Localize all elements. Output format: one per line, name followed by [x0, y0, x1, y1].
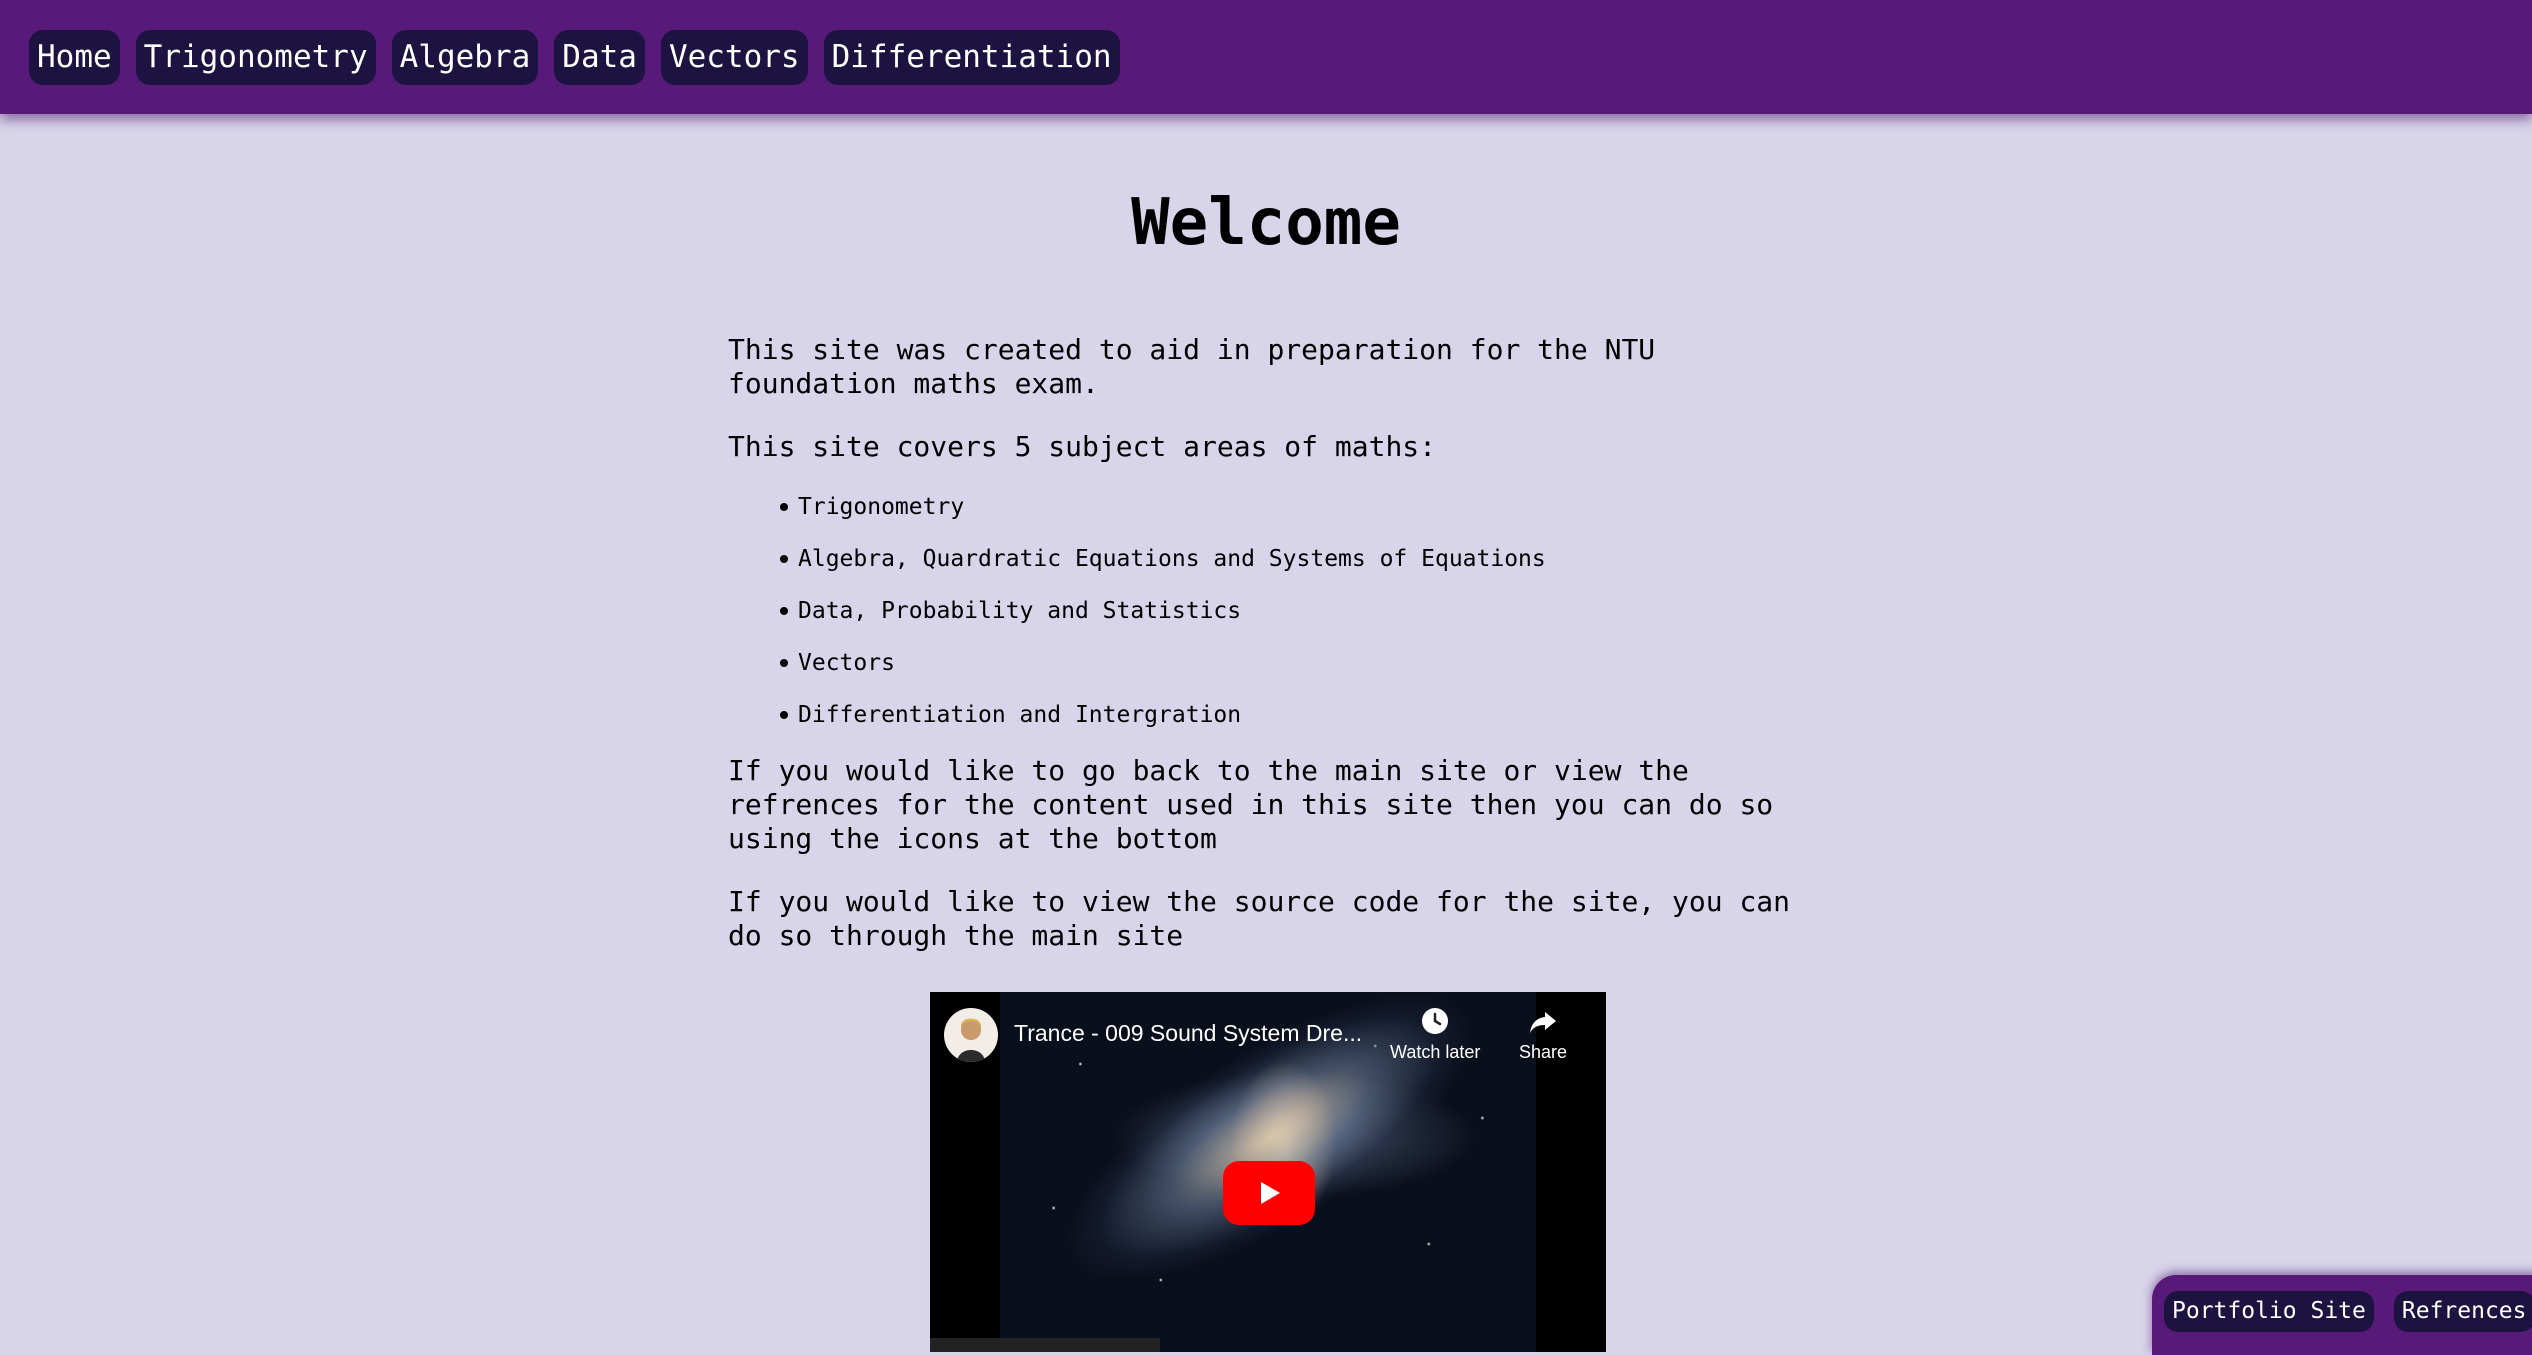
subject-label: Algebra, Quardratic Equations and System…	[798, 546, 1546, 572]
play-button[interactable]	[1223, 1161, 1315, 1225]
video-progress-strip	[930, 1338, 1160, 1352]
nav-data-button[interactable]: Data	[554, 29, 645, 85]
list-item: Trigonometry	[780, 493, 1838, 521]
youtube-video-embed[interactable]: Trance - 009 Sound System Dre... Watch l…	[930, 992, 1606, 1352]
covers-text: This site covers 5 subject areas of math…	[728, 430, 1437, 463]
subject-label: Data, Probability and Statistics	[798, 598, 1242, 624]
share-icon	[1530, 1012, 1557, 1033]
intro-text: This site was created to aid in preparat…	[728, 333, 1656, 400]
bullet-icon	[780, 711, 788, 719]
nav-trigonometry-button[interactable]: Trigonometry	[135, 29, 376, 85]
share-button[interactable]: Share	[1519, 1006, 1567, 1063]
channel-avatar[interactable]	[944, 1008, 998, 1062]
subject-label: Differentiation and Intergration	[798, 702, 1242, 728]
page-title: Welcome	[1131, 186, 1401, 260]
portfolio-site-button[interactable]: Portfolio Site	[2164, 1291, 2374, 1332]
nav-algebra-button[interactable]: Algebra	[391, 29, 539, 85]
bullet-icon	[780, 503, 788, 511]
subject-list: Trigonometry Algebra, Quardratic Equatio…	[728, 493, 1838, 729]
list-item: Data, Probability and Statistics	[780, 597, 1838, 625]
main-content: This site was created to aid in preparat…	[728, 333, 1838, 982]
footer-bar: Portfolio Site Refrences	[2152, 1275, 2532, 1355]
nav-home-button[interactable]: Home	[29, 29, 120, 85]
video-title[interactable]: Trance - 009 Sound System Dre...	[1014, 1020, 1362, 1047]
play-icon	[1261, 1182, 1280, 1204]
top-navbar: Home Trigonometry Algebra Data Vectors D…	[0, 0, 2532, 114]
bullet-icon	[780, 607, 788, 615]
list-item: Vectors	[780, 649, 1838, 677]
watch-later-button[interactable]: Watch later	[1390, 1006, 1480, 1063]
references-button[interactable]: Refrences	[2393, 1291, 2532, 1332]
bullet-icon	[780, 659, 788, 667]
share-label: Share	[1519, 1042, 1568, 1062]
source-note-text: If you would like to view the source cod…	[728, 885, 1791, 952]
bullet-icon	[780, 555, 788, 563]
back-note-text: If you would like to go back to the main…	[728, 754, 1774, 855]
list-item: Algebra, Quardratic Equations and System…	[780, 545, 1838, 573]
subject-label: Trigonometry	[798, 494, 965, 520]
subject-label: Vectors	[798, 650, 895, 676]
list-item: Differentiation and Intergration	[780, 701, 1838, 729]
watch-later-label: Watch later	[1390, 1042, 1481, 1062]
nav-differentiation-button[interactable]: Differentiation	[823, 29, 1120, 85]
nav-vectors-button[interactable]: Vectors	[660, 29, 808, 85]
clock-icon	[1422, 1008, 1449, 1034]
